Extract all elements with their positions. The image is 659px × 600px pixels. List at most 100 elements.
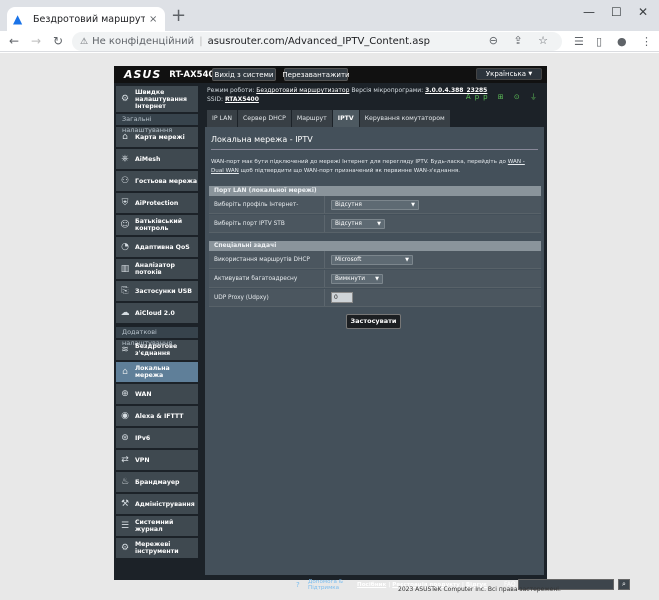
sidebar-item-alexa-ifttt[interactable]: ◉ Alexa & IFTTT [116,406,198,426]
window-maximize-button[interactable]: ☐ [611,5,622,19]
sidebar-item-label: Бездротове з'єднання [135,343,178,357]
tab-iptv[interactable]: IPTV [332,110,359,127]
sidebar-item-застосунки-usb[interactable]: ⎘ Застосунки USB [116,281,198,301]
sidebar-item-icon: ◔ [121,242,129,252]
stb-port-label: Виберіть порт IPTV STB [209,215,325,232]
sidebar-item-адаптивна-qos[interactable]: ◔ Адаптивна QoS [116,237,198,257]
profile-avatar-icon[interactable]: ● [617,35,627,48]
tab-close-icon[interactable]: × [149,14,157,25]
ssid-label: SSID: [207,96,224,103]
special-tasks-group-header: Спеціальні задачі [209,241,541,251]
browser-menu-icon[interactable]: ⋮ [641,35,652,48]
sidebar-item-адміністрування[interactable]: ⚒ Адміністрування [116,494,198,514]
chevron-down-icon: ▼ [411,201,415,208]
sidebar-item-брандмауер[interactable]: ♨ Брандмауер [116,472,198,492]
window-minimize-button[interactable]: — [583,5,595,19]
mode-value-link[interactable]: Бездротовий маршрутизатор [256,87,349,94]
dhcp-routes-value: Microsoft [335,256,362,263]
sidebar-item-icon: ☰ [120,521,130,531]
sidebar-item-label: AiMesh [135,155,161,163]
tab-сервер-dhcp[interactable]: Сервер DHCP [237,110,291,127]
side-panel-icon[interactable]: ▯ [596,35,602,48]
page-viewport: ASUS RT-AX5400 Вихід з системи Перезаван… [0,53,659,600]
sidebar-item-icon: ⚙ [120,543,130,553]
manual-link[interactable]: Посібник [357,582,386,588]
sidebar-item-aicloud-2-0[interactable]: ☁ AiCloud 2.0 [116,303,198,323]
sidebar-item-батьківський-контроль[interactable]: ☺ Батьківський контроль [116,215,198,235]
window-close-button[interactable]: ✕ [638,5,648,19]
copyright-text: 2023 ASUSTeK Computer Inc. Всі права зас… [398,586,561,593]
sidebar-item-quick-setup[interactable]: ⚙ Швидке налаштування Інтернет [116,86,198,112]
reboot-button[interactable]: Перезавантажити [282,68,350,81]
sidebar-item-label: Адаптивна QoS [135,243,190,251]
tab-маршрут[interactable]: Маршрут [291,110,332,127]
tab-ip-lan[interactable]: IP LAN [207,110,237,127]
general-section-header: Загальні налаштування [116,114,198,134]
sidebar-item-мережеві-інструменти[interactable]: ⚙ Мережеві інструменти [116,538,198,558]
advanced-section-header: Додаткові налаштування [116,327,198,347]
browser-toolbar: ← → ↻ ⚠ Не конфіденційний | asusrouter.c… [0,31,659,52]
new-tab-button[interactable]: + [171,6,186,26]
sidebar-item-icon: ☺ [120,220,130,230]
sidebar-item-icon: ⎈ [121,154,129,164]
title-divider [211,149,538,150]
router-main: Режим роботи: Бездротовий маршрутизатор … [203,86,630,591]
help-icon: ? [296,581,300,589]
udpxy-label: UDP Proxy (Udpxy) [209,289,325,306]
page-title: Локальна мережа - IPTV [211,135,313,144]
asus-logo[interactable]: ASUS [124,68,161,81]
sidebar-item-label: Адміністрування [135,500,195,508]
sidebar-item-label: AiCloud 2.0 [135,309,175,317]
sidebar-item-label: AiProtection [135,199,179,207]
sidebar-item-icon: ⚇ [120,176,130,186]
sidebar-item-label: Батьківський контроль [135,218,183,232]
language-value: Українська [485,70,527,78]
reading-list-icon[interactable]: ☰ [574,35,584,48]
sidebar-item-aimesh[interactable]: ⎈ AiMesh [116,149,198,169]
back-button[interactable]: ← [9,34,19,48]
tab-керування-комутатором[interactable]: Керування комутатором [359,110,450,127]
warning-icon[interactable]: ⚠ [80,37,88,47]
ssid-value-link[interactable]: RTAX5400 [225,96,259,103]
forward-button[interactable]: → [31,34,41,48]
general-menu: ⌂ Карта мережі ⎈ AiMesh ⚇ Гостьова мережа ⛨ AiP… [116,127,198,323]
omni-separator: | [199,36,203,47]
status-icons[interactable]: App ⊞ ⊙ ⏚ [466,92,541,102]
sidebar-item-системний-журнал[interactable]: ☰ Системний журнал [116,516,198,536]
search-icon[interactable]: ⌕ [618,579,630,590]
sidebar-item-icon: ⊛ [121,433,129,443]
isp-profile-select[interactable]: Відсутня ▼ [331,199,419,210]
multicast-select[interactable]: Вимкнути ▼ [331,273,383,284]
isp-profile-label: Виберіть профіль Інтернет-провайдера [209,196,325,226]
udpxy-input[interactable]: 0 [331,292,353,303]
sidebar-item-ipv6[interactable]: ⊛ IPv6 [116,428,198,448]
sidebar-item-wan[interactable]: ⊕ WAN [116,384,198,404]
panel-description: WAN-порт має бути підключений до мережі … [211,158,536,176]
apply-button[interactable]: Застосувати [346,314,401,329]
logout-button[interactable]: Вихід з системи [212,68,276,81]
udpxy-row: UDP Proxy (Udpxy) 0 [209,289,541,307]
sidebar-item-vpn[interactable]: ⇄ VPN [116,450,198,470]
tab-title: Бездротовий маршрутизатор AS [33,13,145,25]
url-text[interactable]: asusrouter.com/Advanced_IPTV_Content.asp [208,36,430,47]
sidebar-item-локальна-мережа[interactable]: ⌂ Локальна мережа [116,362,198,382]
sidebar-item-icon: ≋ [121,345,129,355]
insecure-label[interactable]: Не конфіденційний [92,36,194,47]
sidebar-item-icon: ⌂ [122,132,128,142]
sidebar-item-icon: ▥ [120,264,130,274]
dhcp-routes-select[interactable]: Microsoft ▼ [331,254,413,265]
lan-tabs: IP LAN Сервер DHCP Маршрут IPTV Керування ко… [207,110,451,127]
omni-tools-icons[interactable]: ⊖ ⇪ ☆ [489,34,554,47]
address-bar[interactable]: ⚠ Не конфіденційний | asusrouter.com/Adv… [72,32,562,51]
sidebar-item-aiprotection[interactable]: ⛨ AiProtection [116,193,198,213]
browser-tab[interactable]: ▲ Бездротовий маршрутизатор AS × [7,7,165,31]
sidebar-item-label: VPN [135,456,150,464]
sidebar-item-label: Застосунки USB [135,287,192,295]
reload-button[interactable]: ↻ [53,34,63,48]
stb-port-select[interactable]: Відсутня ▼ [331,218,385,229]
help-support-link[interactable]: Допомога & Підтримка [308,579,343,591]
language-select[interactable]: Українська ▼ [476,68,542,80]
sidebar-item-аналізатор-потоків[interactable]: ▥ Аналізатор потоків [116,259,198,279]
sidebar-item-гостьова-мережа[interactable]: ⚇ Гостьова мережа [116,171,198,191]
sidebar-item-label: Системний журнал [135,519,174,533]
